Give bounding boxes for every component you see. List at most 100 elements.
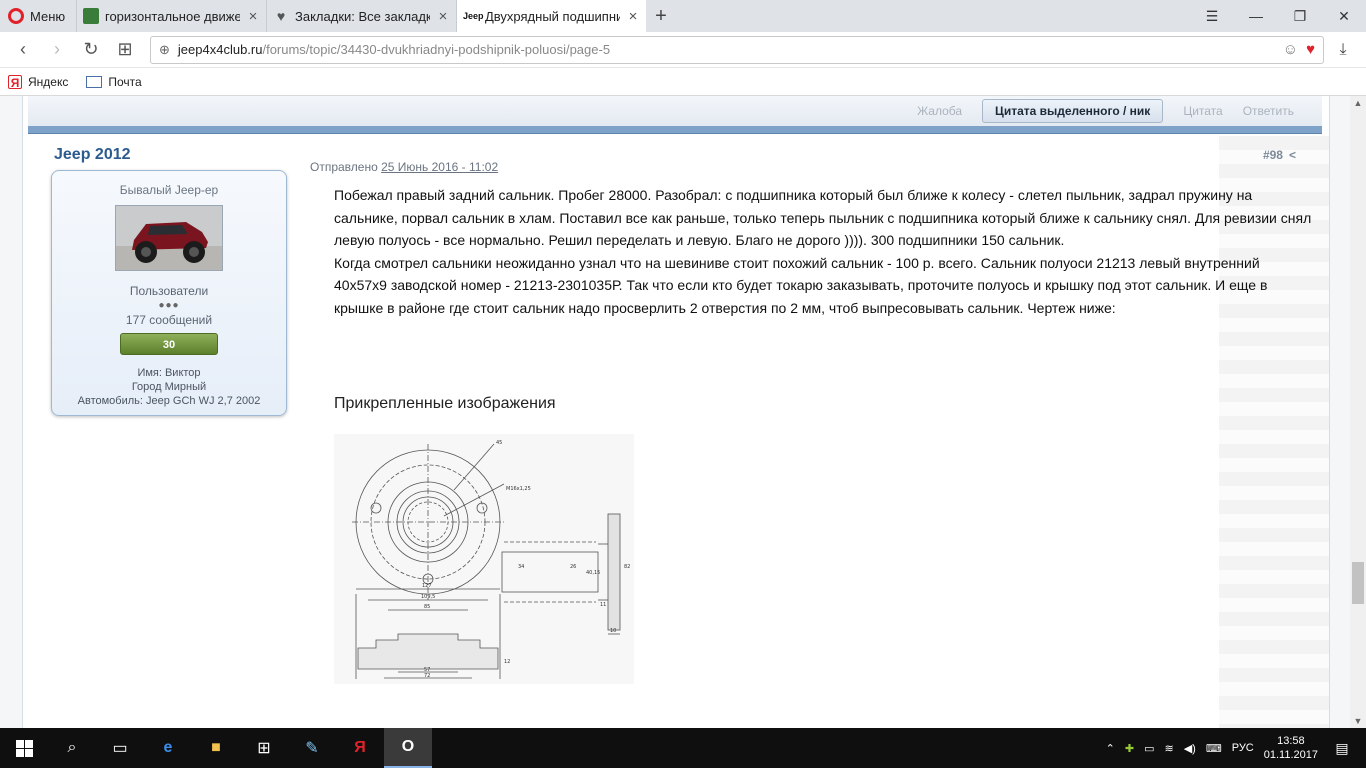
dim-11: 11 (600, 602, 606, 608)
reload-icon[interactable]: ↻ (76, 36, 106, 64)
tab-horizontal-movement[interactable]: горизонтальное движени × (76, 0, 266, 32)
yandex-icon: Я (8, 74, 22, 90)
search-icon[interactable]: ⌕ (48, 728, 96, 768)
minimize-icon[interactable]: — (1234, 0, 1278, 32)
store-icon[interactable]: ⊞ (240, 728, 288, 768)
page-viewport: Жалоба Цитата выделенного / ник Цитата О… (0, 96, 1350, 728)
author-city-field: Город Мирный (131, 381, 207, 393)
yandex-browser-icon[interactable]: Я (336, 728, 384, 768)
app-tray-icon[interactable]: ✚ (1125, 742, 1134, 755)
forward-icon[interactable]: › (42, 36, 72, 64)
tab-title: Закладки: Все закладки (295, 8, 430, 24)
page-scrollbar[interactable]: ▲ ▼ (1350, 96, 1366, 728)
bookmark-mail[interactable]: Почта (86, 74, 142, 89)
game-favicon-icon (83, 8, 99, 24)
site-info-icon[interactable]: ⊕ (159, 42, 170, 58)
quote-selection-button[interactable]: Цитата выделенного / ник (982, 99, 1164, 123)
window-controls: ☰ — ❐ ✕ (1190, 0, 1366, 32)
opera-taskbar-icon[interactable]: O (384, 728, 432, 768)
post-author-name[interactable]: Jeep 2012 (54, 146, 131, 164)
tab-title: горизонтальное движени (105, 8, 240, 24)
url-host: jeep4x4club.ru (177, 42, 263, 57)
rank-pips: ●●● (158, 300, 180, 311)
bookmark-label: Почта (108, 74, 142, 89)
back-icon[interactable]: ‹ (8, 36, 38, 64)
tab-active-bearing[interactable]: Jeep Двухрядный подшипник × (456, 0, 646, 32)
clock-date: 01.11.2017 (1263, 749, 1318, 761)
attached-drawing[interactable]: 45 М16х1,25 127 109,5 85 57 72 34 26 40,… (334, 434, 634, 684)
mail-icon (86, 75, 103, 88)
avatar[interactable] (115, 205, 223, 271)
dim-45: 45 (496, 440, 502, 446)
bookmark-label: Яндекс (28, 74, 69, 89)
windows-taskbar: ⌕ ▭ e ■ ⊞ ✎ Я O ⌃ ✚ ▭ ≋ ◀) ⌨ РУС 13:58 0… (0, 728, 1366, 768)
avatar-jeep-image (116, 206, 222, 270)
scroll-down-icon[interactable]: ▼ (1350, 714, 1366, 728)
dim-26: 26 (570, 564, 576, 570)
explorer-icon[interactable]: ■ (192, 728, 240, 768)
edge-icon[interactable]: e (144, 728, 192, 768)
opera-menu-button[interactable]: Меню (0, 0, 76, 32)
address-bar: ‹ › ↻ ⊞ ⊕ jeep4x4club.ru/forums/topic/34… (0, 32, 1366, 68)
dim-thread: М16х1,25 (506, 486, 531, 492)
download-icon[interactable]: ⤓ (1328, 41, 1358, 59)
tab-close-icon[interactable]: × (626, 8, 640, 25)
technical-drawing: 45 М16х1,25 127 109,5 85 57 72 34 26 40,… (334, 434, 634, 684)
close-window-icon[interactable]: ✕ (1322, 0, 1366, 32)
author-group: Пользователи (129, 284, 209, 298)
reply-link[interactable]: Ответить (1243, 104, 1294, 118)
browser-tab-strip: Меню горизонтальное движени × ♥ Закладки… (0, 0, 1366, 32)
smiley-icon[interactable]: ☺ (1283, 41, 1298, 58)
task-view-icon[interactable]: ▭ (96, 728, 144, 768)
url-field[interactable]: ⊕ jeep4x4club.ru/forums/topic/34430-dvuk… (150, 35, 1324, 64)
clock[interactable]: 13:58 01.11.2017 (1264, 734, 1318, 762)
language-indicator[interactable]: РУС (1232, 742, 1254, 754)
quote-link[interactable]: Цитата (1183, 104, 1222, 118)
post-line: сальнике, порвал сальник в хлам. Постави… (334, 209, 1312, 226)
dim-85: 85 (424, 604, 430, 610)
system-tray: ⌃ ✚ ▭ ≋ ◀) ⌨ РУС 13:58 01.11.2017 ▤ (1106, 734, 1366, 762)
paint-icon[interactable]: ✎ (288, 728, 336, 768)
author-rank: Бывалый Jeep-ер (119, 183, 219, 197)
post-action-bar: Жалоба Цитата выделенного / ник Цитата О… (28, 96, 1322, 126)
speed-dial-icon[interactable]: ⊞ (110, 36, 140, 64)
tab-bookmarks[interactable]: ♥ Закладки: Все закладки × (266, 0, 456, 32)
start-button[interactable] (0, 728, 48, 768)
tab-menu-icon[interactable]: ☰ (1190, 0, 1234, 32)
author-card: Бывалый Jeep-ер Пользователи ●●● 177 соо… (51, 170, 287, 416)
volume-icon[interactable]: ◀) (1184, 742, 1196, 755)
scroll-up-icon[interactable]: ▲ (1350, 96, 1366, 110)
dim-82: 82 (624, 564, 630, 570)
attachments-title: Прикрепленные изображения (334, 395, 556, 412)
bookmark-yandex[interactable]: Я Яндекс (8, 74, 69, 90)
show-hidden-icons[interactable]: ⌃ (1106, 742, 1115, 755)
dim-127: 127 (422, 583, 432, 589)
report-link[interactable]: Жалоба (917, 104, 962, 118)
dim-12: 12 (504, 659, 510, 665)
post-date[interactable]: 25 Июнь 2016 - 11:02 (381, 160, 498, 174)
wifi-icon[interactable]: ≋ (1164, 742, 1173, 755)
tab-close-icon[interactable]: × (436, 8, 450, 25)
post-line: крышке в районе где стоит сальник надо п… (334, 299, 1116, 316)
keyboard-icon[interactable]: ⌨ (1206, 742, 1222, 755)
dim-40: 40,15 (586, 570, 600, 576)
jeep-favicon-icon: Jeep (463, 11, 484, 21)
post-body: Побежал правый задний сальник. Пробег 28… (334, 184, 1314, 319)
opera-logo-icon (8, 8, 24, 24)
post-number-link[interactable]: #98 (1263, 148, 1283, 162)
reputation-badge[interactable]: 30 (120, 333, 218, 355)
notifications-icon[interactable]: ▤ (1328, 740, 1356, 757)
share-icon[interactable]: < (1289, 148, 1296, 162)
scroll-thumb[interactable] (1352, 562, 1364, 604)
new-tab-button[interactable]: + (646, 0, 676, 32)
url-path: /forums/topic/34430-dvukhriadnyi-podship… (262, 42, 611, 57)
tab-close-icon[interactable]: × (246, 8, 260, 25)
bookmarks-bar: Я Яндекс Почта (0, 68, 1366, 96)
bookmark-heart-icon[interactable]: ♥ (1306, 41, 1315, 58)
author-post-count: 177 сообщений (125, 313, 213, 327)
post-divider (28, 126, 1322, 134)
restore-icon[interactable]: ❐ (1278, 0, 1322, 32)
menu-label: Меню (30, 8, 66, 24)
dim-109: 109,5 (421, 594, 435, 600)
battery-icon[interactable]: ▭ (1144, 742, 1154, 755)
